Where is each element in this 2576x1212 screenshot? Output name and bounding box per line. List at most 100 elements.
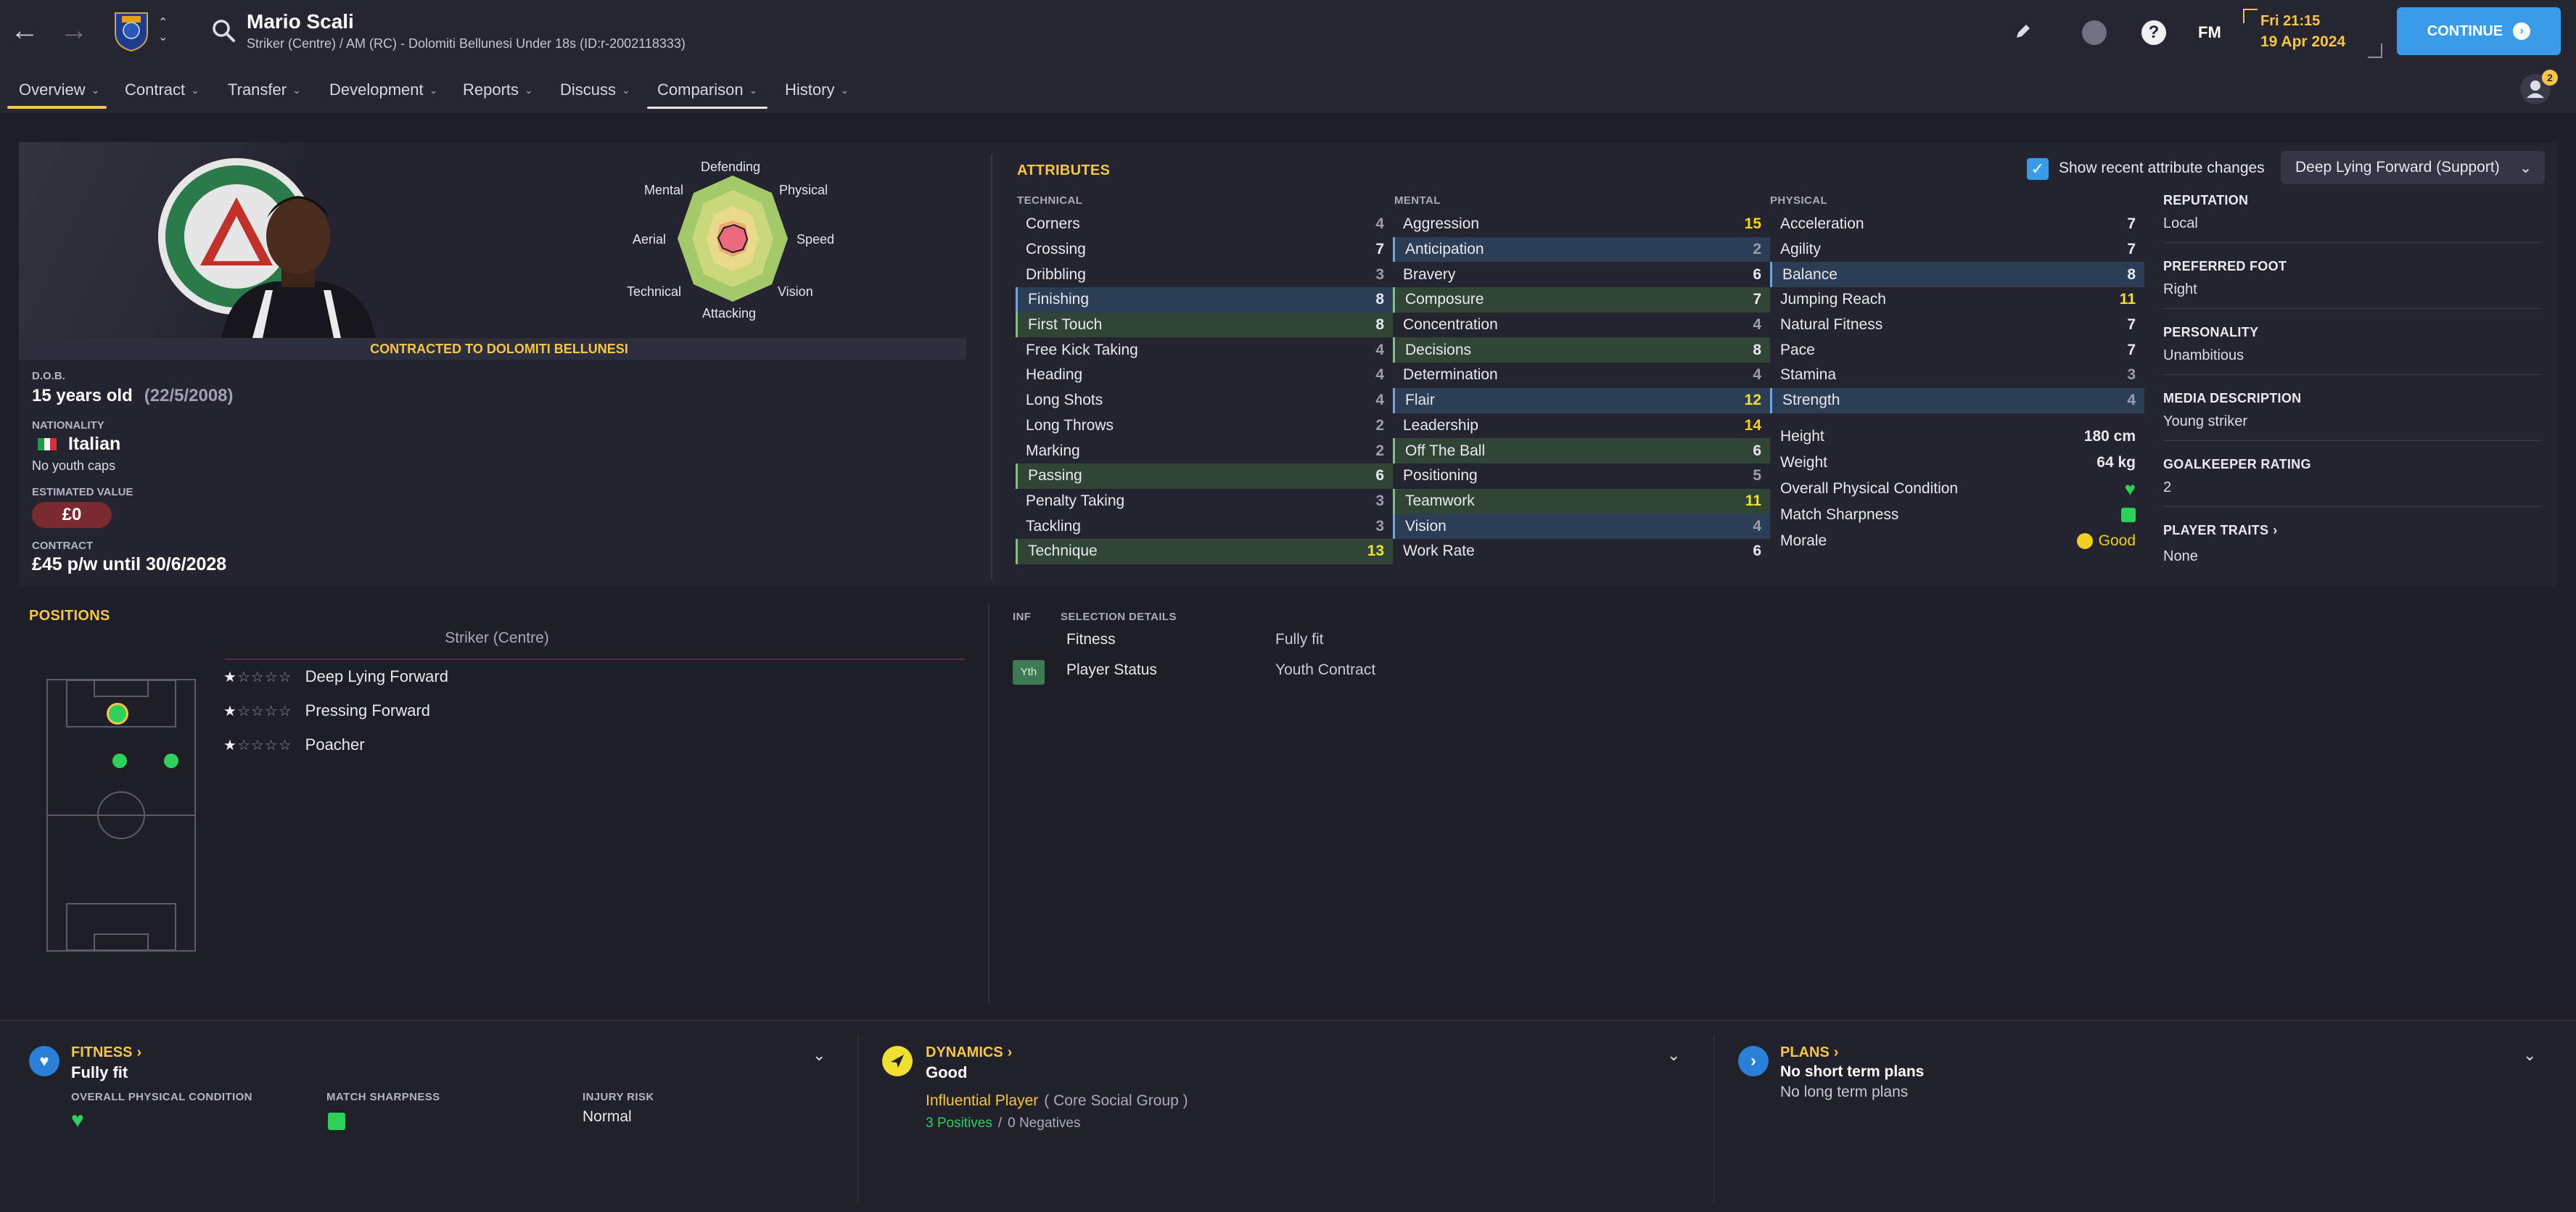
attribute-row[interactable]: Finishing 8 <box>1016 287 1393 313</box>
chevron-down-icon[interactable]: ⌄ <box>812 1046 826 1065</box>
attribute-row[interactable]: Long Throws 2 <box>1016 413 1393 439</box>
attribute-value: 13 <box>1367 543 1384 560</box>
player-traits-link[interactable]: PLAYER TRAITS › <box>2163 523 2542 538</box>
attribute-row[interactable]: Tackling 3 <box>1016 514 1393 539</box>
separator <box>2163 374 2542 375</box>
role-row[interactable]: ★☆☆☆☆ Deep Lying Forward <box>223 667 448 686</box>
attribute-row[interactable]: Agility 7 <box>1770 237 2144 263</box>
position-dot-striker[interactable] <box>107 703 128 725</box>
chevron-updown-icon[interactable]: ⌃ ⌄ <box>158 16 168 45</box>
date-day-time[interactable]: Fri 21:15 <box>2260 13 2320 30</box>
attribute-row[interactable]: Vision 4 <box>1393 514 1770 539</box>
role-row[interactable]: ★☆☆☆☆ Poacher <box>223 735 448 754</box>
attribute-row[interactable]: Long Shots 4 <box>1016 388 1393 413</box>
attribute-row[interactable]: Passing 6 <box>1016 463 1393 489</box>
tab-discuss[interactable]: Discuss ⌄ <box>560 75 630 104</box>
attribute-row[interactable]: Flair 12 <box>1393 387 1770 413</box>
search-icon[interactable] <box>210 17 236 44</box>
attribute-row[interactable]: Bravery 6 <box>1393 262 1770 287</box>
attribute-row[interactable]: Penalty Taking 3 <box>1016 489 1393 514</box>
dynamics-link[interactable]: DYNAMICS › <box>926 1044 1012 1061</box>
attribute-row[interactable]: Decisions 8 <box>1393 337 1770 363</box>
club-badge-icon[interactable] <box>113 10 149 52</box>
attribute-name: Vision <box>1405 517 1447 535</box>
back-arrow-icon[interactable]: ← <box>10 15 39 47</box>
attribute-row[interactable]: Teamwork 11 <box>1393 488 1770 514</box>
footer-opc-label: OVERALL PHYSICAL CONDITION <box>71 1091 252 1103</box>
attribute-row[interactable]: Technique 13 <box>1016 538 1393 564</box>
attribute-row[interactable]: Strength 4 <box>1770 387 2144 413</box>
attribute-row[interactable]: Jumping Reach 11 <box>1770 287 2144 313</box>
tab-contract[interactable]: Contract ⌄ <box>125 75 199 104</box>
morale-value-wrap[interactable]: Good <box>2076 532 2136 550</box>
weight-row: Weight 64 kg <box>1780 450 2136 476</box>
attribute-row[interactable]: Balance 8 <box>1770 262 2144 288</box>
fm-menu[interactable]: FM <box>2198 23 2221 42</box>
attribute-row[interactable]: Concentration 4 <box>1393 313 1770 338</box>
nationality-label: NATIONALITY <box>32 419 104 432</box>
opc-label: Overall Physical Condition <box>1780 480 1959 497</box>
plans-link[interactable]: PLANS › <box>1780 1044 1838 1061</box>
attribute-row[interactable]: First Touch 8 <box>1016 312 1393 338</box>
dynamics-status: Good <box>926 1063 968 1081</box>
separator <box>2163 440 2542 441</box>
continue-button[interactable]: CONTINUE › <box>2397 7 2561 55</box>
position-dot-am-r[interactable] <box>164 754 178 768</box>
social-icon[interactable] <box>2082 20 2107 45</box>
attribute-row[interactable]: Pace 7 <box>1770 337 2144 363</box>
attribute-row[interactable]: Marking 2 <box>1016 438 1393 463</box>
attribute-value: 3 <box>2127 366 2136 384</box>
attribute-value: 7 <box>2127 215 2136 233</box>
attribute-row[interactable]: Determination 4 <box>1393 363 1770 388</box>
current-position: Striker (Centre) <box>445 630 549 646</box>
dynamics-role-row: Influential Player ( Core Social Group ) <box>926 1092 1188 1110</box>
fitness-link[interactable]: FITNESS › <box>71 1044 141 1061</box>
attribute-row[interactable]: Crossing 7 <box>1016 237 1393 263</box>
date-full[interactable]: 19 Apr 2024 <box>2260 33 2345 51</box>
tab-transfer[interactable]: Transfer ⌄ <box>228 75 301 104</box>
attribute-value: 4 <box>1375 215 1384 233</box>
role-select[interactable]: Deep Lying Forward (Support) ⌄ <box>2281 151 2545 184</box>
attribute-row[interactable]: Free Kick Taking 4 <box>1016 337 1393 363</box>
attribute-row[interactable]: Acceleration 7 <box>1770 212 2144 237</box>
mental-attributes-list: Aggression 15 Anticipation 2 Bravery 6 Composu… <box>1393 212 1770 564</box>
attribute-radar-chart <box>676 174 789 303</box>
tab-reports[interactable]: Reports ⌄ <box>463 75 533 104</box>
fitness-value: Fully fit <box>1275 631 1324 648</box>
attribute-row[interactable]: Natural Fitness 7 <box>1770 313 2144 338</box>
attribute-value: 4 <box>1753 366 1761 384</box>
tab-overview[interactable]: Overview ⌄ <box>7 75 107 109</box>
help-icon[interactable]: ? <box>2141 20 2166 45</box>
attribute-row[interactable]: Corners 4 <box>1016 212 1393 237</box>
sharpness-icon <box>2121 508 2136 522</box>
reputation-label: REPUTATION <box>2163 193 2249 207</box>
attribute-row[interactable]: Heading 4 <box>1016 363 1393 388</box>
physical-attributes-list: Acceleration 7 Agility 7 Balance 8 Jumping Rea… <box>1770 212 2144 413</box>
attribute-name: Free Kick Taking <box>1026 341 1138 358</box>
selection-title: SELECTION DETAILS <box>1061 611 1177 623</box>
attribute-name: Passing <box>1028 467 1082 485</box>
attribute-row[interactable]: Anticipation 2 <box>1393 236 1770 263</box>
attribute-row[interactable]: Composure 7 <box>1393 287 1770 313</box>
attribute-row[interactable]: Work Rate 6 <box>1393 539 1770 564</box>
tab-development[interactable]: Development ⌄ <box>329 75 437 104</box>
chevron-down-icon[interactable]: ⌄ <box>2523 1046 2536 1065</box>
contract-label: CONTRACT <box>32 540 94 552</box>
role-row[interactable]: ★☆☆☆☆ Pressing Forward <box>223 701 448 720</box>
edit-icon[interactable] <box>2014 22 2033 44</box>
show-changes-checkbox[interactable]: ✓ <box>2027 158 2049 180</box>
attribute-row[interactable]: Stamina 3 <box>1770 363 2144 388</box>
attribute-name: Concentration <box>1403 316 1498 334</box>
attribute-row[interactable]: Positioning 5 <box>1393 463 1770 489</box>
attribute-row[interactable]: Leadership 14 <box>1393 413 1770 439</box>
chevron-down-icon[interactable]: ⌄ <box>1667 1046 1680 1065</box>
position-dot-am-c[interactable] <box>112 754 127 768</box>
attribute-row[interactable]: Aggression 15 <box>1393 212 1770 237</box>
attribute-value: 12 <box>1744 392 1761 409</box>
attribute-row[interactable]: Off The Ball 6 <box>1393 438 1770 463</box>
forward-arrow-icon[interactable]: → <box>59 15 89 47</box>
tab-history[interactable]: History ⌄ <box>785 75 849 104</box>
tab-comparison[interactable]: Comparison ⌄ <box>647 75 768 109</box>
estimated-value-badge: £0 <box>32 502 112 528</box>
attribute-row[interactable]: Dribbling 3 <box>1016 262 1393 287</box>
